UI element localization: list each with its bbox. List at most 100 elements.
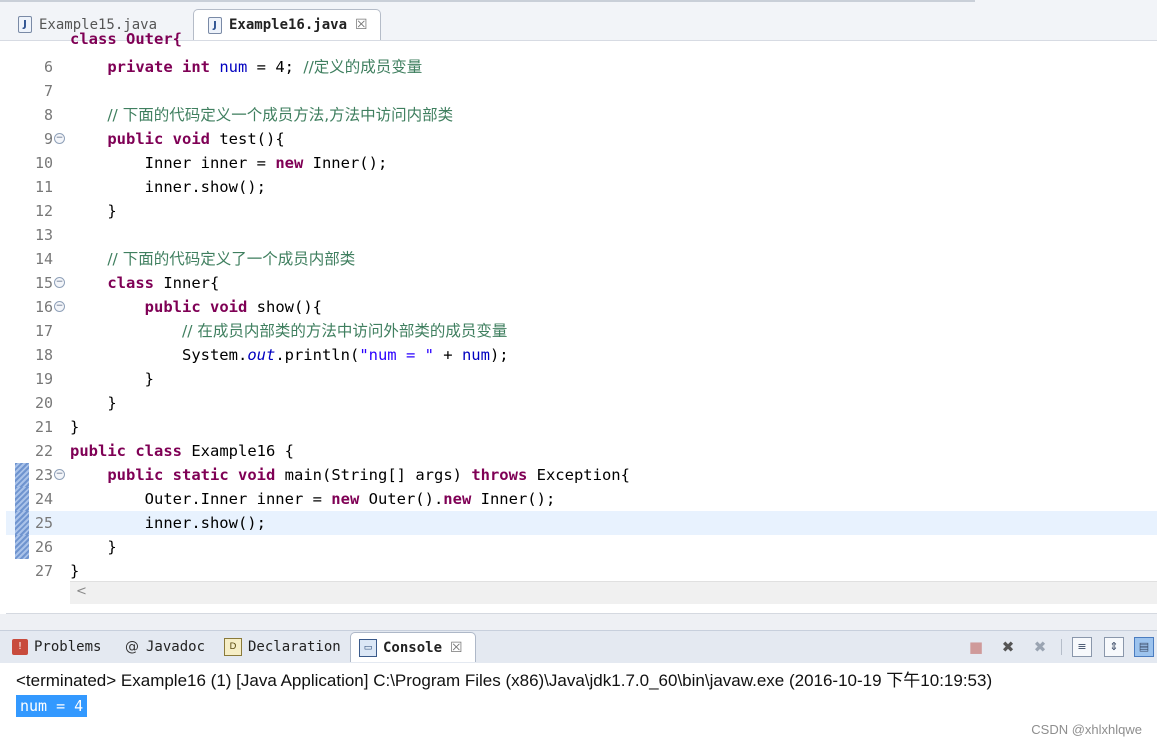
scroll-left-arrow-icon[interactable]: < bbox=[76, 584, 87, 599]
code-line: 14 // 下面的代码定义了一个成员内部类 bbox=[6, 247, 1157, 271]
line-number: 7 bbox=[43, 82, 53, 100]
code-line: 15 − class Inner{ bbox=[6, 271, 1157, 295]
fold-collapse-icon[interactable]: − bbox=[54, 469, 65, 480]
code-text: // 下面的代码定义一个成员方法,方法中访问内部类 bbox=[107, 106, 454, 124]
tab-problems[interactable]: ! Problems bbox=[4, 632, 112, 662]
tab-label: Console bbox=[383, 639, 443, 656]
line-number: 11 bbox=[34, 178, 53, 196]
close-tab-icon[interactable]: ☒ bbox=[355, 17, 368, 33]
code-line: 20 } bbox=[6, 391, 1157, 415]
remove-launch-icon[interactable]: ✖ bbox=[998, 637, 1018, 657]
horizontal-scrollbar[interactable]: < bbox=[70, 581, 1157, 604]
toolbar-separator bbox=[1061, 639, 1062, 655]
line-number: 20 bbox=[34, 394, 53, 412]
tab-console[interactable]: ▭ Console ☒ bbox=[350, 632, 476, 662]
console-output-selected[interactable]: num = 4 bbox=[16, 695, 88, 717]
code-line: 11 inner.show(); bbox=[6, 175, 1157, 199]
line-number: 18 bbox=[34, 346, 53, 364]
line-number: 27 bbox=[34, 562, 53, 580]
console-view[interactable]: <terminated> Example16 (1) [Java Applica… bbox=[0, 663, 1157, 748]
fold-collapse-icon[interactable]: − bbox=[54, 277, 65, 288]
code-text: } bbox=[107, 202, 117, 220]
code-line: 10 Inner inner = new Inner(); bbox=[6, 151, 1157, 175]
code-line: 22 public class Example16 { bbox=[6, 439, 1157, 463]
line-number: 23 bbox=[34, 466, 53, 484]
fold-collapse-icon[interactable]: − bbox=[54, 133, 65, 144]
line-number: 22 bbox=[34, 442, 53, 460]
line-number: 16 bbox=[34, 298, 53, 316]
code-text: public static void main(String[] args) t… bbox=[107, 466, 630, 484]
code-line: 23 − public static void main(String[] ar… bbox=[6, 463, 1157, 487]
close-tab-icon[interactable]: ☒ bbox=[450, 640, 463, 656]
code-line: 27 } bbox=[6, 559, 1157, 583]
tab-bar-top-border bbox=[0, 0, 975, 2]
code-text: } bbox=[107, 538, 117, 556]
cut-off-code-line: class Outer{ bbox=[70, 30, 182, 48]
tab-javadoc[interactable]: @ Javadoc bbox=[116, 632, 214, 662]
scroll-lock-icon[interactable]: ⇕ bbox=[1104, 637, 1124, 657]
pin-console-icon[interactable]: ▤ bbox=[1134, 637, 1154, 657]
remove-all-terminated-icon[interactable]: ✖ bbox=[1030, 637, 1050, 657]
code-text: class Inner{ bbox=[107, 274, 220, 292]
code-text: // 下面的代码定义了一个成员内部类 bbox=[107, 250, 356, 268]
code-text: } bbox=[70, 562, 80, 580]
code-line: 21 } bbox=[6, 415, 1157, 439]
code-line: 19 } bbox=[6, 367, 1157, 391]
code-text: System.out.println("num = " + num); bbox=[181, 346, 509, 364]
line-number: 19 bbox=[34, 370, 53, 388]
code-text: inner.show(); bbox=[144, 514, 266, 532]
code-line: 13 bbox=[6, 223, 1157, 247]
code-line: 7 bbox=[6, 79, 1157, 103]
fold-collapse-icon[interactable]: − bbox=[54, 301, 65, 312]
code-text: public void test(){ bbox=[107, 130, 285, 148]
line-number: 13 bbox=[34, 226, 53, 244]
line-number: 25 bbox=[34, 514, 53, 532]
watermark: CSDN @xhlxhlqwe bbox=[1031, 722, 1142, 737]
line-number: 10 bbox=[34, 154, 53, 172]
code-line: 12 } bbox=[6, 199, 1157, 223]
tab-label: Declaration bbox=[248, 639, 341, 655]
view-tab-bar: ! Problems @ Javadoc D Declaration ▭ Con… bbox=[0, 630, 1157, 664]
console-status-line: <terminated> Example16 (1) [Java Applica… bbox=[16, 671, 993, 690]
code-text: } bbox=[107, 394, 117, 412]
editor-tab-example16[interactable]: J Example16.java ☒ bbox=[193, 9, 381, 40]
editor-tab-label: Example16.java bbox=[229, 17, 348, 33]
line-number: 26 bbox=[34, 538, 53, 556]
line-number: 17 bbox=[34, 322, 53, 340]
code-line: 24 Outer.Inner inner = new Outer().new I… bbox=[6, 487, 1157, 511]
java-file-icon: J bbox=[18, 16, 32, 33]
current-code-line: 25 inner.show(); bbox=[6, 511, 1157, 535]
code-line: 6 private int num = 4; //定义的成员变量 bbox=[6, 55, 1157, 79]
code-text: } bbox=[70, 418, 80, 436]
code-line: 9 − public void test(){ bbox=[6, 127, 1157, 151]
code-line: 17 // 在成员内部类的方法中访问外部类的成员变量 bbox=[6, 319, 1157, 343]
code-text: // 在成员内部类的方法中访问外部类的成员变量 bbox=[181, 322, 508, 340]
line-number: 8 bbox=[43, 106, 53, 124]
code-text: } bbox=[144, 370, 154, 388]
code-line: 16 − public void show(){ bbox=[6, 295, 1157, 319]
tab-declaration[interactable]: D Declaration bbox=[216, 632, 348, 662]
tab-label: Javadoc bbox=[146, 639, 206, 655]
line-number: 15 bbox=[34, 274, 53, 292]
declaration-icon: D bbox=[224, 638, 242, 656]
code-text: public void show(){ bbox=[144, 298, 322, 316]
code-text: Inner inner = new Inner(); bbox=[144, 154, 388, 172]
java-file-icon: J bbox=[208, 16, 222, 34]
code-line: 18 System.out.println("num = " + num); bbox=[6, 343, 1157, 367]
code-text: public class Example16 { bbox=[70, 442, 294, 460]
javadoc-icon: @ bbox=[125, 639, 139, 655]
panel-gap bbox=[0, 614, 1157, 630]
code-text: private int num = 4; //定义的成员变量 bbox=[107, 58, 423, 76]
problems-icon: ! bbox=[12, 639, 28, 655]
line-number: 6 bbox=[43, 58, 53, 76]
line-number: 24 bbox=[34, 490, 53, 508]
line-number: 14 bbox=[34, 250, 53, 268]
tab-label: Problems bbox=[34, 639, 102, 655]
clear-console-icon[interactable]: ≡ bbox=[1072, 637, 1092, 657]
code-editor[interactable]: class Outer{ 6 private int num = 4; //定义… bbox=[6, 30, 1157, 614]
console-icon: ▭ bbox=[359, 638, 377, 657]
terminate-icon[interactable]: ■ bbox=[966, 637, 986, 657]
code-line: 8 // 下面的代码定义一个成员方法,方法中访问内部类 bbox=[6, 103, 1157, 127]
code-text: Outer.Inner inner = new Outer().new Inne… bbox=[144, 490, 556, 508]
line-number: 21 bbox=[34, 418, 53, 436]
